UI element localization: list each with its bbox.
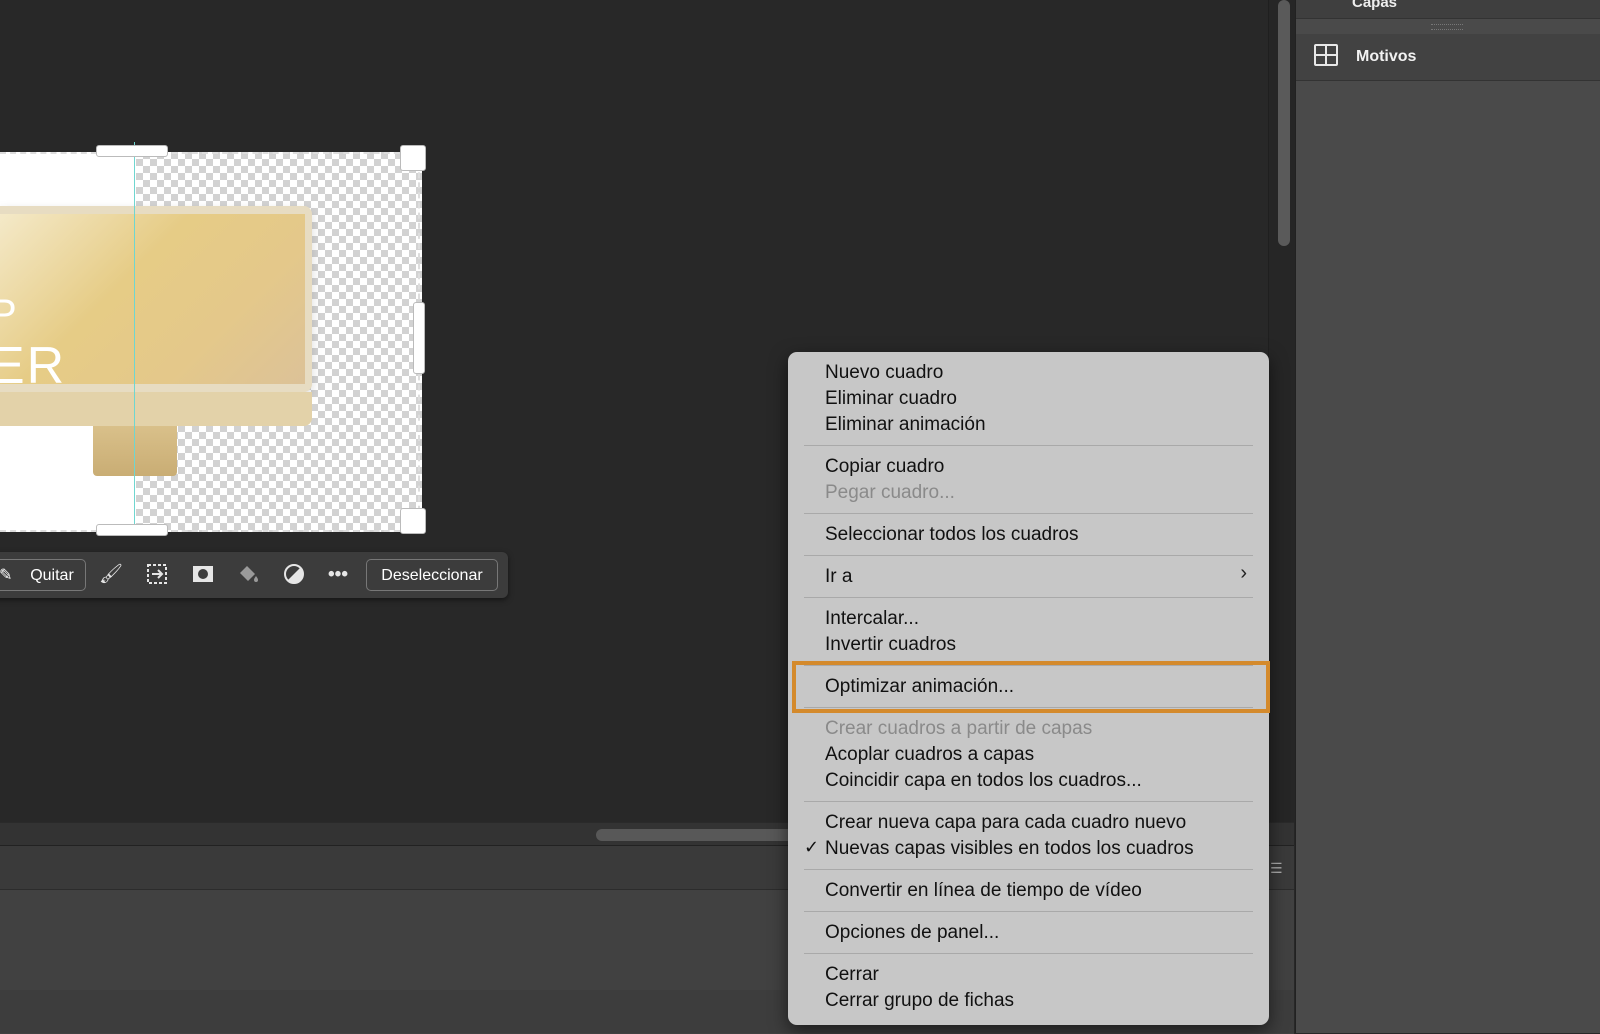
patterns-panel-row[interactable]: Motivos <box>1296 34 1600 81</box>
menu-item-delete-frame[interactable]: Eliminar cuadro <box>825 386 957 412</box>
menu-item-flatten-frames-into-layers[interactable]: Acoplar cuadros a capas <box>825 742 1034 768</box>
transform-selection-icon[interactable] <box>145 563 169 587</box>
remove-button[interactable]: ✎ Quitar <box>0 559 86 591</box>
menu-separator <box>804 665 1253 666</box>
brush-icon[interactable]: 🖌 <box>99 563 123 587</box>
menu-separator <box>804 555 1253 556</box>
contextual-task-bar: ✎ Quitar 🖌 ••• Deseleccionar <box>0 552 508 598</box>
menu-item-copy-frame[interactable]: Copiar cuadro <box>825 454 944 480</box>
menu-separator <box>804 953 1253 954</box>
transform-handle-top-right[interactable] <box>400 145 426 171</box>
menu-item-create-new-layer-each-frame[interactable]: Crear nueva capa para cada cuadro nuevo <box>825 810 1186 836</box>
menu-item-match-layer-across-frames[interactable]: Coincidir capa en todos los cuadros... <box>825 768 1142 794</box>
menu-item-reverse-frames[interactable]: Invertir cuadros <box>825 632 956 658</box>
menu-item-close-tab-group[interactable]: Cerrar grupo de fichas <box>825 988 1014 1014</box>
eraser-icon: ✎ <box>0 567 13 584</box>
menu-item-new-layers-visible-all-frames[interactable]: Nuevas capas visibles en todos los cuadr… <box>825 836 1194 862</box>
adjustment-icon[interactable] <box>282 563 306 587</box>
menu-item-select-all-frames[interactable]: Seleccionar todos los cuadros <box>825 522 1078 548</box>
menu-item-new-frame[interactable]: Nuevo cuadro <box>825 360 943 386</box>
menu-item-make-frames-from-layers: Crear cuadros a partir de capas <box>825 718 1093 739</box>
chevron-right-icon: › <box>1240 562 1247 584</box>
menu-separator <box>804 445 1253 446</box>
menu-separator <box>804 801 1253 802</box>
menu-item-delete-animation[interactable]: Eliminar animación <box>825 412 986 438</box>
transform-handle-right[interactable] <box>413 302 425 374</box>
document-image[interactable]: P ER <box>0 142 426 536</box>
checkmark-icon: ✓ <box>804 837 820 857</box>
menu-item-close[interactable]: Cerrar <box>825 962 879 988</box>
remove-label: Quitar <box>30 567 74 584</box>
selection-marquee <box>0 152 420 532</box>
menu-item-tween[interactable]: Intercalar... <box>825 606 919 632</box>
layers-panel-tab[interactable]: Capas <box>1296 0 1600 19</box>
panel-menu-icon[interactable]: ☰ <box>1270 861 1286 875</box>
right-panel-dock: Capas Motivos <box>1295 0 1600 1033</box>
vertical-scrollbar[interactable] <box>1268 0 1295 845</box>
timeline-context-menu: Nuevo cuadro Eliminar cuadro Eliminar an… <box>788 352 1269 1025</box>
vertical-scroll-thumb[interactable] <box>1278 0 1290 246</box>
menu-item-convert-to-video-timeline[interactable]: Convertir en línea de tiempo de vídeo <box>825 878 1142 904</box>
transform-handle-bottom[interactable] <box>96 524 168 536</box>
fill-icon[interactable] <box>236 563 260 587</box>
transform-handle-top[interactable] <box>96 145 168 157</box>
more-icon[interactable]: ••• <box>326 563 350 587</box>
deselect-button[interactable]: Deseleccionar <box>366 559 498 591</box>
panel-resize-grip[interactable] <box>1431 24 1463 30</box>
menu-separator <box>804 597 1253 598</box>
menu-item-go-to[interactable]: Ir a <box>825 564 852 590</box>
menu-item-optimize-animation[interactable]: Optimizar animación... <box>825 674 1014 700</box>
menu-separator <box>804 911 1253 912</box>
menu-separator <box>804 707 1253 708</box>
menu-item-panel-options[interactable]: Opciones de panel... <box>825 920 999 946</box>
layers-tab-label: Capas <box>1352 0 1398 11</box>
menu-item-paste-frame: Pegar cuadro... <box>825 482 955 503</box>
menu-separator <box>804 513 1253 514</box>
mask-icon[interactable] <box>191 563 215 587</box>
patterns-grid-icon <box>1314 44 1338 66</box>
menu-separator <box>804 869 1253 870</box>
patterns-label: Motivos <box>1356 48 1417 65</box>
transform-handle-bottom-right[interactable] <box>400 508 426 534</box>
